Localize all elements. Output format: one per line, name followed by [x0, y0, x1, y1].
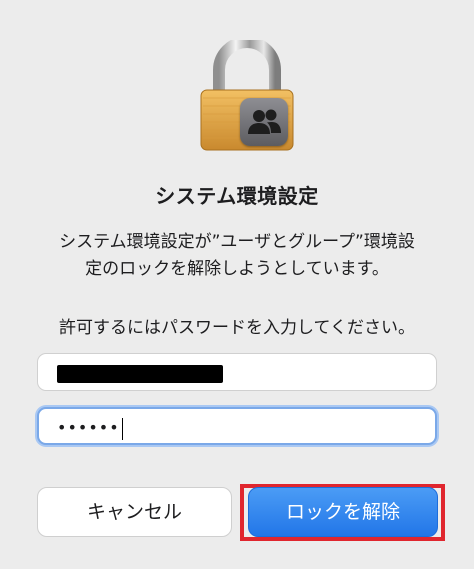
padlock-icon: [197, 40, 297, 152]
cancel-button[interactable]: キャンセル: [37, 487, 232, 537]
password-field[interactable]: ••••••: [37, 407, 437, 445]
dialog-title: システム環境設定: [155, 184, 319, 208]
unlock-dialog: システム環境設定 システム環境設定が”ユーザとグループ”環境設 定のロックを解除…: [0, 0, 474, 569]
password-prompt: 許可するにはパスワードを入力してください。: [59, 318, 415, 338]
message-line-2: 定のロックを解除しようとしています。: [85, 259, 389, 279]
password-value: ••••••: [57, 409, 124, 447]
redacted-username: [57, 365, 223, 383]
users-icon: [240, 98, 288, 146]
unlock-button[interactable]: ロックを解除: [248, 487, 438, 537]
text-caret: [121, 417, 124, 440]
message-line-1: システム環境設定が”ユーザとグループ”環境設: [59, 232, 415, 252]
dialog-message: システム環境設定が”ユーザとグループ”環境設 定のロックを解除しようとしています…: [30, 229, 444, 283]
username-field[interactable]: [37, 353, 437, 391]
